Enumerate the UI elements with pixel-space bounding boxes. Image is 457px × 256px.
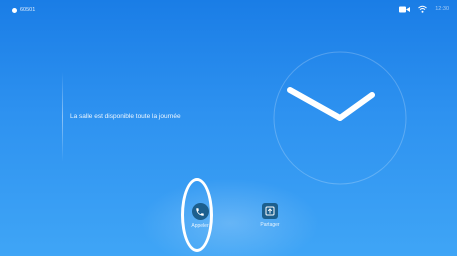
analog-clock [272,50,408,191]
camera-icon[interactable] [399,6,411,13]
share-label: Partager [260,222,280,228]
vertical-divider [62,72,63,162]
status-dot-icon [12,7,17,13]
highlight-ring [181,178,213,252]
clock-hour-hand [337,92,375,121]
status-right: 12:30 [399,5,449,13]
touch-panel-screen: 60501 12:30 La salle est disponible tout… [0,0,457,256]
clock-minute-hand [287,87,343,121]
wifi-icon[interactable] [418,5,428,13]
share-screen-icon[interactable] [262,203,278,219]
clock-time: 12:30 [435,6,449,12]
share-action[interactable]: Partager [240,203,300,228]
status-left: 60501 [12,7,35,13]
status-bar: 60501 12:30 [0,0,457,20]
system-name: 60501 [20,7,36,13]
availability-message: La salle est disponible toute la journée [70,113,181,120]
